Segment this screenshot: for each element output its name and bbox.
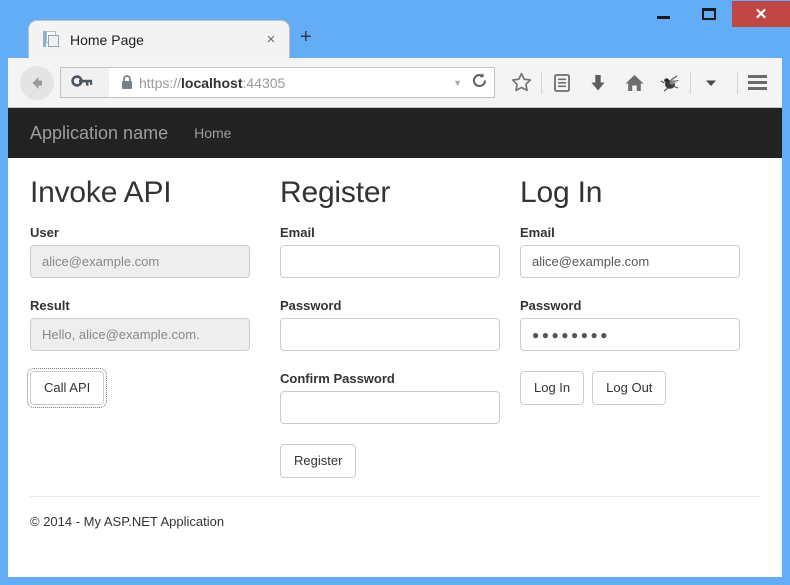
column-invoke-api: Invoke API User Result Call API <box>26 176 280 478</box>
tab-title: Home Page <box>70 31 144 48</box>
url-bar-actions: ▼ <box>453 72 494 94</box>
login-button-row: Log In Log Out <box>520 371 760 406</box>
register-confirm-password-input[interactable] <box>280 391 500 424</box>
toolbar-divider-3 <box>737 71 738 94</box>
browser-window: ✕ Home Page × + https://localhost:44305 … <box>0 0 790 585</box>
chevron-down-icon-2[interactable] <box>693 66 729 100</box>
reload-icon[interactable] <box>471 72 488 94</box>
new-tab-button[interactable]: + <box>300 27 312 47</box>
register-password-label: Password <box>280 298 342 313</box>
chevron-down-icon[interactable]: ▼ <box>453 78 462 88</box>
bookmark-star-icon[interactable] <box>503 66 539 100</box>
close-tab-icon[interactable]: × <box>263 31 279 48</box>
reader-list-icon[interactable] <box>544 66 580 100</box>
column-register: Register Email Password Confirm Password… <box>280 176 520 479</box>
login-heading: Log In <box>520 176 603 209</box>
footer-copyright: © 2014 - My ASP.NET Application <box>30 514 225 530</box>
login-password-label: Password <box>520 298 582 313</box>
home-icon[interactable] <box>616 66 652 100</box>
site-navbar: Application name Home <box>8 108 782 158</box>
register-heading: Register <box>280 176 391 209</box>
login-password-input[interactable] <box>520 318 740 351</box>
page-viewport: Application name Home Invoke API User Re… <box>8 108 782 577</box>
register-button[interactable]: Register <box>280 444 357 479</box>
toolbar-divider-2 <box>690 71 691 94</box>
url-bar[interactable]: https://localhost:44305 ▼ <box>60 67 495 98</box>
identity-box[interactable] <box>61 68 110 98</box>
register-confirm-password-label: Confirm Password <box>280 371 395 386</box>
login-button[interactable]: Log In <box>520 371 585 406</box>
url-scheme: https:// <box>139 74 182 91</box>
tab-home-page[interactable]: Home Page × <box>28 20 290 58</box>
page-container: Invoke API User Result Call API Register… <box>8 158 782 529</box>
page-document-favicon <box>43 31 60 48</box>
url-text: https://localhost:44305 <box>139 75 453 91</box>
firebug-bug-icon[interactable] <box>652 66 688 100</box>
logout-button[interactable]: Log Out <box>592 371 667 406</box>
navbar-brand[interactable]: Application name <box>30 123 168 144</box>
url-host: localhost <box>181 74 243 91</box>
tab-strip: Home Page × + <box>0 0 790 58</box>
hamburger-menu-icon[interactable] <box>740 66 774 100</box>
toolbar-icons <box>503 66 735 100</box>
browser-toolbar: https://localhost:44305 ▼ <box>8 58 782 108</box>
back-button[interactable] <box>20 65 54 100</box>
url-port: :44305 <box>242 74 286 91</box>
columns-row: Invoke API User Result Call API Register… <box>26 158 760 479</box>
user-input[interactable] <box>30 245 250 278</box>
user-label: User <box>30 225 59 240</box>
lock-icon <box>121 75 133 90</box>
column-login: Log In Email Password Log In Log Out <box>520 176 760 478</box>
toolbar-divider <box>541 71 542 94</box>
result-input[interactable] <box>30 318 250 351</box>
navbar-link-home[interactable]: Home <box>194 125 231 141</box>
login-email-input[interactable] <box>520 245 740 278</box>
invoke-api-heading: Invoke API <box>30 176 172 209</box>
key-icon <box>71 74 93 87</box>
login-email-label: Email <box>520 225 555 240</box>
result-label: Result <box>30 298 70 313</box>
register-email-label: Email <box>280 225 315 240</box>
register-password-input[interactable] <box>280 318 500 351</box>
back-arrow-icon <box>32 76 42 89</box>
register-email-input[interactable] <box>280 245 500 278</box>
download-icon[interactable] <box>580 66 616 100</box>
call-api-button[interactable]: Call API <box>26 367 108 409</box>
